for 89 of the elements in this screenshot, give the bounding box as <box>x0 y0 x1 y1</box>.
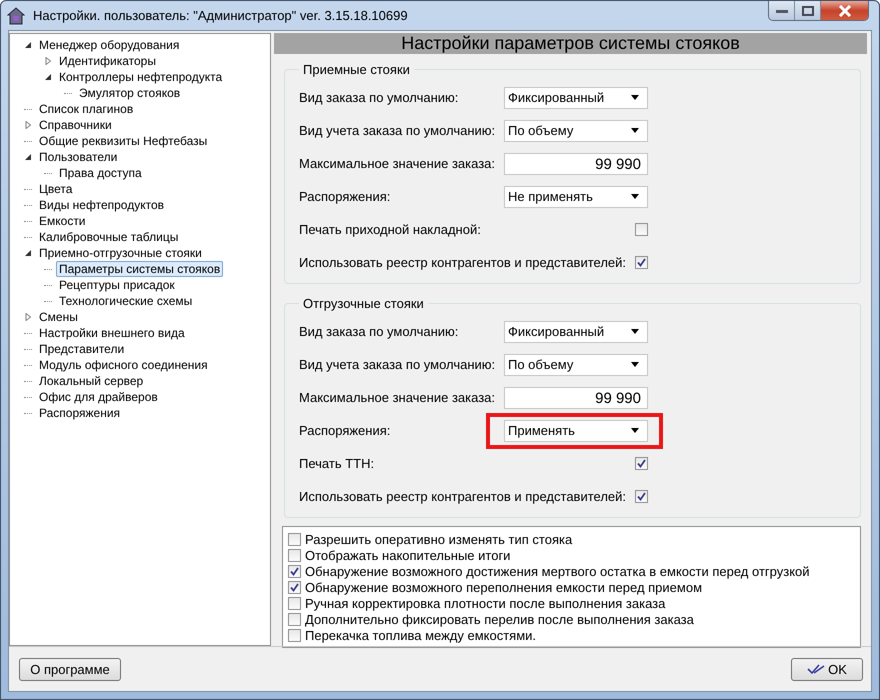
checkbox[interactable] <box>288 612 301 626</box>
tree-item[interactable]: Общие реквизиты Нефтебазы <box>36 133 210 149</box>
checkbox[interactable] <box>288 532 301 546</box>
checkbox[interactable] <box>635 223 648 236</box>
checkbox[interactable] <box>635 457 648 470</box>
maximize-button[interactable] <box>795 1 821 20</box>
field-label: Вид учета заказа по умолчанию: <box>299 123 496 138</box>
panel-title: Настройки параметров системы стояков <box>401 33 740 54</box>
tree-item[interactable]: Емкости <box>36 213 89 229</box>
collapsed-arrow-icon[interactable] <box>24 121 32 129</box>
close-button[interactable] <box>821 1 868 20</box>
ok-button[interactable]: OK <box>791 658 863 680</box>
field-label: Использовать реестр контрагентов и представителей: <box>299 489 626 504</box>
checkbox[interactable] <box>635 490 648 503</box>
tree-item[interactable]: Рецептуры присадок <box>56 277 178 293</box>
option-label: Ручная корректировка плотности после выполнения заказа <box>305 596 666 610</box>
maximize-icon <box>802 6 814 16</box>
option-label: Перекачка топлива между емкостями. <box>305 628 536 642</box>
dropdown[interactable]: По объему <box>504 354 648 376</box>
field-label: Печать приходной накладной: <box>299 222 482 237</box>
caret-icon <box>631 95 639 100</box>
tree-item[interactable]: Представители <box>36 341 128 357</box>
tree-item[interactable]: Виды нефтепродуктов <box>36 197 167 213</box>
field-label: Распоряжения: <box>299 423 392 438</box>
tree-item[interactable]: Контроллеры нефтепродукта <box>56 69 226 85</box>
minimize-icon <box>776 8 788 12</box>
about-button[interactable]: О программе <box>19 658 121 680</box>
caret-icon <box>631 362 639 367</box>
field-label: Вид заказа по умолчанию: <box>299 324 460 339</box>
checkbox[interactable] <box>288 564 301 578</box>
tree-item[interactable]: Технологические схемы <box>56 293 196 309</box>
option-label: Разрешить оперативно изменять тип стояка <box>305 532 572 546</box>
tree-item[interactable]: Калибровочные таблицы <box>36 229 182 245</box>
tree-item[interactable]: Распоряжения <box>36 405 124 421</box>
field-label: Использовать реестр контрагентов и представителей: <box>299 255 626 270</box>
expanded-arrow-icon[interactable] <box>24 41 32 49</box>
tree-item[interactable]: Настройки внешнего вида <box>36 325 188 341</box>
tree-item[interactable]: Цвета <box>36 181 76 197</box>
option-label: Обнаружение возможного переполнения емкости перед приемом <box>305 580 702 594</box>
number-field[interactable]: 99 990 <box>504 152 648 174</box>
dropdown[interactable]: По объему <box>504 120 648 142</box>
expanded-arrow-icon[interactable] <box>44 73 52 81</box>
tree-item[interactable]: Офис для драйверов <box>36 389 161 405</box>
tree-item[interactable]: Пользователи <box>36 149 120 165</box>
tree-item[interactable]: Приемно-отгрузочные стояки <box>36 245 205 261</box>
checkbox[interactable] <box>288 628 301 642</box>
field-label: Максимальное значение заказа: <box>299 390 496 405</box>
checkbox[interactable] <box>288 596 301 610</box>
caret-icon <box>631 329 639 334</box>
tree-item[interactable]: Справочники <box>36 117 115 133</box>
tree-item[interactable]: Список плагинов <box>36 101 136 117</box>
dropdown[interactable]: Фиксированный <box>504 320 648 342</box>
tree-item[interactable]: Права доступа <box>56 165 145 181</box>
option-label: Отображать накопительные итоги <box>305 548 510 562</box>
caret-icon <box>631 128 639 133</box>
collapsed-arrow-icon[interactable] <box>44 57 52 65</box>
house-icon <box>7 6 25 24</box>
tree-item[interactable]: Локальный сервер <box>36 373 146 389</box>
dropdown[interactable]: Применять <box>504 420 648 442</box>
option-label: Обнаружение возможного достижения мертвого остатка в емкости перед отгрузкой <box>305 564 810 578</box>
dropdown[interactable]: Фиксированный <box>504 86 648 108</box>
checkmark-icon <box>807 663 826 675</box>
tree-item[interactable]: Параметры системы стояков <box>56 261 224 277</box>
group-title: Приемные стояки <box>302 62 411 77</box>
field-label: Распоряжения: <box>299 189 392 204</box>
field-label: Максимальное значение заказа: <box>299 156 496 171</box>
tree-item[interactable]: Менеджер оборудования <box>36 37 182 53</box>
tree-item[interactable]: Модуль офисного соединения <box>36 357 211 373</box>
dropdown[interactable]: Не применять <box>504 186 648 208</box>
tree-item[interactable]: Смены <box>36 309 81 325</box>
window-title: Настройки. пользователь: "Администратор" ver. 3.15.18.10699 <box>33 8 408 23</box>
caret-icon <box>631 428 639 433</box>
group-title: Отгрузочные стояки <box>302 296 425 311</box>
expanded-arrow-icon[interactable] <box>24 153 32 161</box>
checkbox[interactable] <box>288 580 301 594</box>
field-label: Печать ТТН: <box>299 456 376 471</box>
checkbox[interactable] <box>635 256 648 269</box>
number-field[interactable]: 99 990 <box>504 386 648 408</box>
tree-item[interactable]: Идентификаторы <box>56 53 159 69</box>
caret-icon <box>631 194 639 199</box>
expanded-arrow-icon[interactable] <box>24 249 32 257</box>
minimize-button[interactable] <box>769 1 795 20</box>
option-label: Дополнительно фиксировать перелив после выполнения заказа <box>305 612 694 626</box>
tree-item[interactable]: Эмулятор стояков <box>76 85 184 101</box>
checkbox[interactable] <box>288 548 301 562</box>
close-icon <box>838 4 852 16</box>
field-label: Вид учета заказа по умолчанию: <box>299 357 496 372</box>
collapsed-arrow-icon[interactable] <box>24 313 32 321</box>
field-label: Вид заказа по умолчанию: <box>299 90 460 105</box>
